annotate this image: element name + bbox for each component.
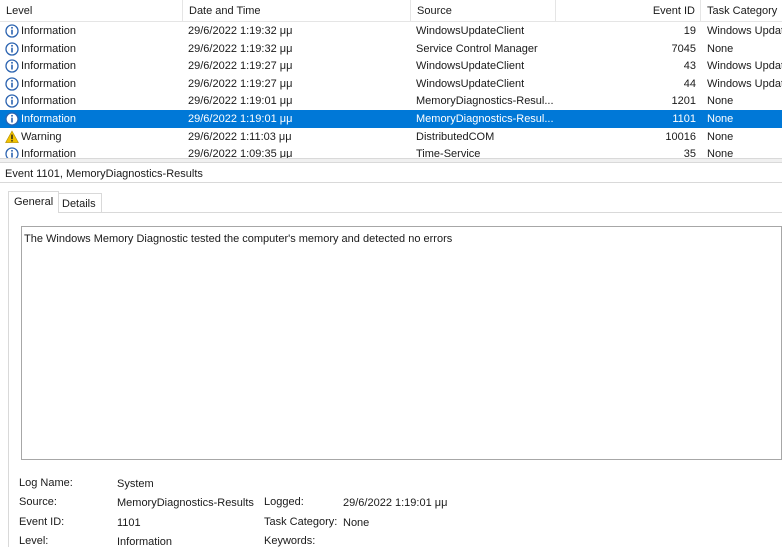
event-date-time: 29/6/2022 1:19:32 μμ <box>188 25 293 37</box>
event-level: Information <box>5 40 183 58</box>
info-icon <box>5 77 19 91</box>
event-date-time: 29/6/2022 1:19:32 μμ <box>188 42 293 55</box>
log-name-value[interactable]: System <box>117 477 154 491</box>
event-task-category: None <box>707 95 734 108</box>
task-category-label: Task Category: <box>264 516 338 528</box>
event-id-label: Event ID: <box>19 516 65 528</box>
event-level-text: Information <box>21 113 77 125</box>
event-task-category: None <box>707 42 734 55</box>
event-level-text: Information <box>21 95 77 108</box>
event-date-time: 29/6/2022 1:19:01 μμ <box>188 113 293 125</box>
event-task-category: Windows Update Agent <box>707 60 782 73</box>
event-detail-title: Event 1101, MemoryDiagnostics-Results <box>5 168 203 180</box>
event-event-id: 7045 <box>671 42 696 55</box>
event-row-selected[interactable]: Information 29/6/2022 1:19:01 μμ MemoryDia… <box>0 110 782 128</box>
source-value[interactable]: MemoryDiagnostics-Results <box>117 496 254 510</box>
column-header-date-time[interactable]: Date and Time <box>183 0 411 22</box>
event-description-text: The Windows Memory Diagnostic tested the… <box>24 233 453 245</box>
info-icon <box>5 41 19 56</box>
event-event-id: 1101 <box>672 113 696 125</box>
event-level-text: Information <box>21 60 77 73</box>
event-level-text: Information <box>21 148 77 158</box>
logged-label: Logged: <box>264 496 304 508</box>
event-source: Service Control Manager <box>416 42 538 55</box>
event-source: MemoryDiagnostics-Resul... <box>416 113 554 125</box>
logged-value[interactable]: 29/6/2022 1:19:01 μμ <box>343 496 447 510</box>
info-icon <box>5 112 19 126</box>
event-level: Information <box>5 22 183 40</box>
log-name-label: Log Name: <box>19 477 73 489</box>
column-header-source[interactable]: Source <box>411 0 556 22</box>
event-event-id: 35 <box>683 148 696 158</box>
event-task-category: Windows Update Agent <box>707 25 782 37</box>
info-icon <box>5 147 19 158</box>
task-category-value[interactable]: None <box>343 516 369 530</box>
event-source: DistributedCOM <box>416 130 495 143</box>
event-list[interactable]: Level Date and Time Source Event ID Task… <box>0 0 782 158</box>
event-source: Time-Service <box>416 148 481 158</box>
event-row[interactable]: Information 29/6/2022 1:09:35 μμ Time-Serv… <box>0 145 782 158</box>
event-task-category: Windows Update Agent <box>707 77 782 90</box>
event-event-id: 19 <box>683 25 696 37</box>
event-row[interactable]: Warning 29/6/2022 1:11:03 μμ DistributedCO… <box>0 128 782 146</box>
level-label: Level: <box>19 535 49 547</box>
tab-general[interactable]: General <box>8 191 60 213</box>
source-label: Source: <box>19 496 57 508</box>
event-level: Information <box>5 110 183 128</box>
event-task-category: None <box>707 113 734 125</box>
event-event-id: 43 <box>683 60 696 73</box>
event-source: WindowsUpdateClient <box>416 77 525 90</box>
event-level: Information <box>5 75 183 93</box>
column-header-event-id[interactable]: Event ID <box>556 0 701 22</box>
event-level: Information <box>5 145 183 158</box>
event-level-text: Information <box>21 25 77 37</box>
event-level-text: Information <box>21 42 77 55</box>
event-source: WindowsUpdateClient <box>416 60 525 73</box>
event-date-time: 29/6/2022 1:09:35 μμ <box>188 148 293 158</box>
event-source: MemoryDiagnostics-Resul... <box>416 95 554 108</box>
event-event-id: 10016 <box>665 130 696 143</box>
event-event-id: 44 <box>683 77 696 90</box>
keywords-label: Keywords: <box>264 535 316 547</box>
event-task-category: None <box>707 130 734 143</box>
event-row[interactable]: Information 29/6/2022 1:19:27 μμ WindowsUp… <box>0 57 782 75</box>
pane-splitter[interactable] <box>0 158 782 163</box>
info-icon <box>5 24 19 38</box>
divider <box>0 182 782 183</box>
event-level: Warning <box>5 128 183 146</box>
event-id-value[interactable]: 1101 <box>117 516 141 530</box>
event-level: Information <box>5 92 183 110</box>
event-date-time: 29/6/2022 1:11:03 μμ <box>188 130 292 143</box>
event-date-time: 29/6/2022 1:19:01 μμ <box>188 95 293 108</box>
tab-details[interactable]: Details <box>57 193 102 212</box>
event-level-text: Information <box>21 77 77 90</box>
event-event-id: 1201 <box>671 95 696 108</box>
column-header-level[interactable]: Level <box>0 0 183 22</box>
event-date-time: 29/6/2022 1:19:27 μμ <box>188 77 293 90</box>
column-header-task-category[interactable]: Task Category <box>701 0 782 22</box>
event-row[interactable]: Information 29/6/2022 1:19:27 μμ WindowsUp… <box>0 75 782 93</box>
event-row[interactable]: Information 29/6/2022 1:19:01 μμ MemoryDia… <box>0 92 782 110</box>
event-row[interactable]: Information 29/6/2022 1:19:32 μμ Service C… <box>0 40 782 58</box>
event-row[interactable]: Information 29/6/2022 1:19:32 μμ WindowsUp… <box>0 22 782 40</box>
info-icon <box>5 59 19 73</box>
event-level: Information <box>5 57 183 75</box>
event-task-category: None <box>707 148 734 158</box>
warning-icon <box>5 129 19 144</box>
level-value[interactable]: Information <box>117 535 172 547</box>
event-level-text: Warning <box>21 130 62 143</box>
event-date-time: 29/6/2022 1:19:27 μμ <box>188 60 293 73</box>
event-source: WindowsUpdateClient <box>416 25 525 37</box>
event-description[interactable]: The Windows Memory Diagnostic tested the… <box>21 226 782 460</box>
info-icon <box>5 94 19 109</box>
event-list-header: Level Date and Time Source Event ID Task… <box>0 0 782 22</box>
